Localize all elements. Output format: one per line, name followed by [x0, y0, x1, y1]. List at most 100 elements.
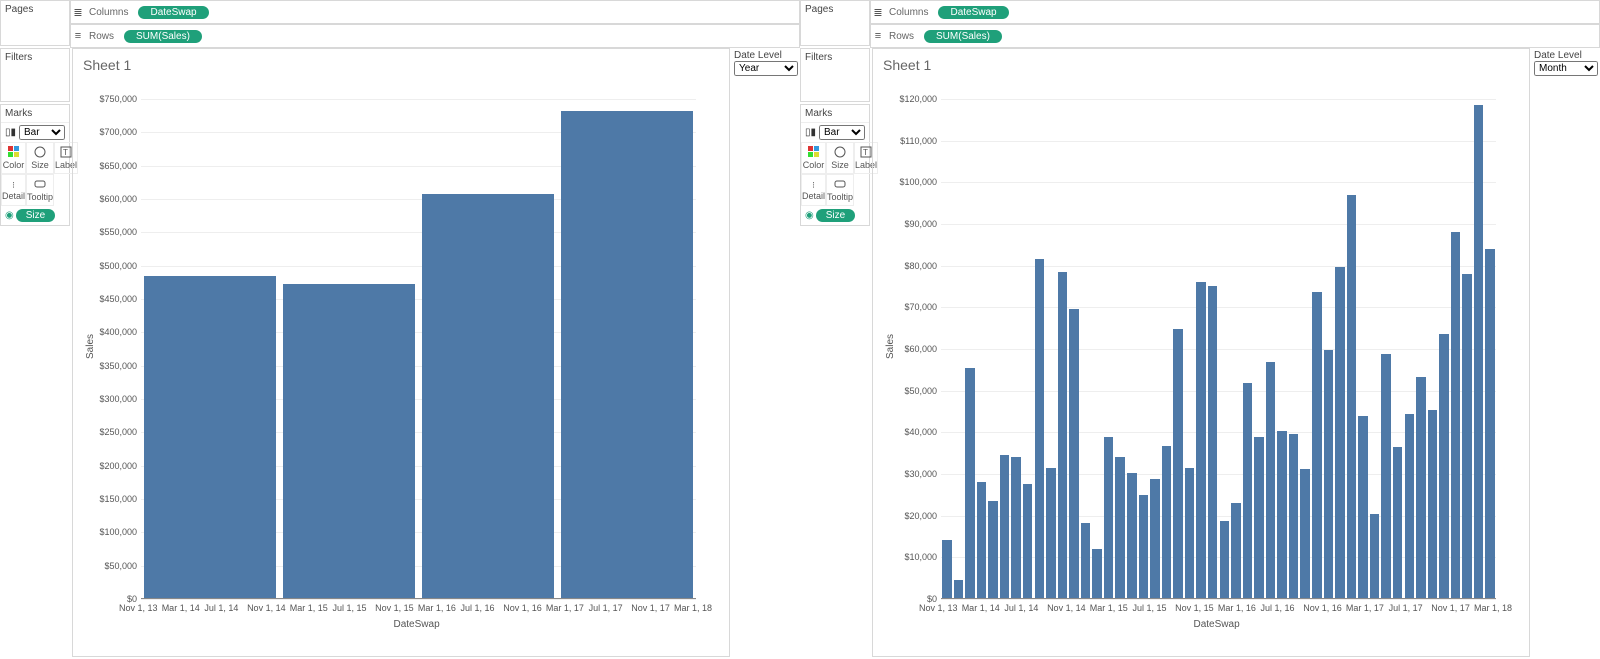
bar[interactable] — [1081, 523, 1090, 599]
x-tick-label: Nov 1, 15 — [1175, 603, 1214, 613]
chart-view[interactable]: Sheet 1 $0 $50,000 $100,000 $150,000 $20… — [72, 48, 730, 657]
y-tick-label: $90,000 — [904, 219, 937, 229]
marks-card-header: Marks — [801, 105, 869, 122]
bar[interactable] — [954, 580, 963, 599]
bar[interactable] — [1474, 105, 1483, 599]
bar[interactable] — [1104, 437, 1113, 599]
bar[interactable] — [1139, 495, 1148, 599]
bar[interactable] — [1312, 292, 1321, 599]
pages-shelf[interactable]: Pages — [801, 1, 869, 18]
bar[interactable] — [1451, 232, 1460, 599]
bar[interactable] — [1115, 457, 1124, 600]
bar[interactable] — [1324, 350, 1333, 599]
bar[interactable] — [1162, 446, 1171, 599]
y-tick-label: $70,000 — [904, 302, 937, 312]
y-tick-label: $150,000 — [99, 494, 137, 504]
bar[interactable] — [1220, 521, 1229, 599]
bar-chart-icon: ▯▮ — [805, 127, 816, 138]
sheet-title: Sheet 1 — [73, 49, 729, 73]
bar[interactable] — [283, 284, 415, 599]
bar[interactable] — [1058, 272, 1067, 599]
bar[interactable] — [1000, 455, 1009, 599]
bar[interactable] — [977, 482, 986, 600]
bar[interactable] — [1335, 267, 1344, 599]
bar[interactable] — [1092, 549, 1101, 599]
filters-shelf[interactable]: Filters — [1, 49, 69, 66]
bar[interactable] — [1196, 282, 1205, 600]
bar[interactable] — [1231, 503, 1240, 599]
x-tick-label: Mar 1, 15 — [1090, 603, 1128, 613]
size-pill[interactable]: Size — [816, 209, 855, 222]
bar[interactable] — [1046, 468, 1055, 599]
mark-type-select[interactable]: Bar — [19, 125, 65, 140]
color-button[interactable]: Color — [801, 142, 826, 174]
bar[interactable] — [1277, 431, 1286, 599]
y-tick-label: $10,000 — [904, 552, 937, 562]
bar[interactable] — [1254, 437, 1263, 599]
bar[interactable] — [965, 368, 974, 599]
date-level-label: Date Level — [1534, 50, 1598, 61]
size-button[interactable]: Size — [826, 142, 854, 174]
bar[interactable] — [942, 540, 951, 599]
bar[interactable] — [561, 111, 693, 599]
bar[interactable] — [1023, 484, 1032, 599]
bar[interactable] — [1485, 249, 1494, 599]
bar[interactable] — [988, 501, 997, 599]
size-button[interactable]: Size — [26, 142, 54, 174]
bar[interactable] — [1289, 434, 1298, 599]
pages-shelf[interactable]: Pages — [1, 1, 69, 18]
filters-shelf[interactable]: Filters — [801, 49, 869, 66]
chart-view[interactable]: Sheet 1 $0 $10,000 $20,000 $30,000 $40,0… — [872, 48, 1530, 657]
x-tick-label: Mar 1, 18 — [674, 603, 712, 613]
rows-pill[interactable]: SUM(Sales) — [124, 30, 202, 43]
bar[interactable] — [422, 194, 554, 599]
detail-button[interactable]: ⁝ Detail — [1, 174, 26, 206]
bar[interactable] — [1266, 362, 1275, 599]
bar[interactable] — [1300, 469, 1309, 599]
tooltip-button-icon — [34, 178, 46, 192]
tooltip-button[interactable]: Tooltip — [826, 174, 854, 206]
bar[interactable] — [1393, 447, 1402, 600]
bar[interactable] — [1370, 514, 1379, 599]
y-tick-label: $300,000 — [99, 394, 137, 404]
bar[interactable] — [1462, 274, 1471, 599]
x-tick-label: Jul 1, 15 — [332, 603, 366, 613]
bar[interactable] — [1243, 383, 1252, 599]
bar[interactable] — [1405, 414, 1414, 599]
size-pill[interactable]: Size — [16, 209, 55, 222]
mark-type-select[interactable]: Bar — [819, 125, 865, 140]
bar[interactable] — [144, 276, 276, 599]
bar[interactable] — [1185, 468, 1194, 599]
y-axis-title: Sales — [85, 334, 96, 359]
color-button[interactable]: Color — [1, 142, 26, 174]
bar[interactable] — [1150, 479, 1159, 599]
svg-text:T: T — [863, 148, 868, 157]
bar[interactable] — [1347, 195, 1356, 599]
bar[interactable] — [1439, 334, 1448, 599]
columns-pill[interactable]: DateSwap — [938, 6, 1008, 19]
detail-button[interactable]: ⁝ Detail — [801, 174, 826, 206]
tooltip-button[interactable]: Tooltip — [26, 174, 54, 206]
date-level-select[interactable]: Year — [734, 61, 798, 76]
bar[interactable] — [1358, 416, 1367, 599]
detail-button-icon: ⁝ — [12, 180, 15, 191]
bar[interactable] — [1011, 457, 1020, 599]
x-tick-label: Jul 1, 16 — [461, 603, 495, 613]
bar[interactable] — [1428, 410, 1437, 599]
x-tick-label: Jul 1, 14 — [1004, 603, 1038, 613]
y-tick-label: $60,000 — [904, 344, 937, 354]
bar[interactable] — [1127, 473, 1136, 599]
x-tick-label: Nov 1, 14 — [247, 603, 286, 613]
bar[interactable] — [1381, 354, 1390, 599]
rows-pill[interactable]: SUM(Sales) — [924, 30, 1002, 43]
y-tick-label: $110,000 — [900, 136, 937, 146]
bar[interactable] — [1173, 329, 1182, 599]
y-tick-label: $700,000 — [99, 127, 137, 137]
y-tick-label: $600,000 — [99, 194, 137, 204]
bar[interactable] — [1069, 309, 1078, 599]
bar[interactable] — [1035, 259, 1044, 599]
columns-pill[interactable]: DateSwap — [138, 6, 208, 19]
bar[interactable] — [1416, 377, 1425, 599]
date-level-select[interactable]: Month — [1534, 61, 1598, 76]
bar[interactable] — [1208, 286, 1217, 599]
